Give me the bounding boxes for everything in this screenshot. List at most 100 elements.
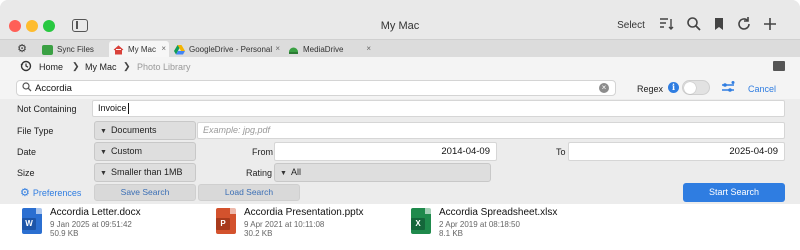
dropdown-arrow-icon: ▼ (100, 128, 107, 135)
results-list: W Accordia Letter.docx 9 Jan 2025 at 09:… (0, 204, 800, 250)
dropdown-arrow-icon: ▼ (280, 170, 287, 177)
tab-label: Sync Files (57, 45, 94, 54)
size-label: Size (17, 168, 35, 178)
not-containing-field[interactable]: Invoice (92, 100, 785, 117)
file-type-select[interactable]: ▼ Documents (94, 121, 196, 140)
breadcrumb-my-mac[interactable]: My Mac (85, 62, 117, 72)
search-row: Accordia × Regex i Cancel (0, 77, 800, 99)
text-caret (127, 103, 129, 115)
to-label: To (556, 147, 566, 157)
info-icon[interactable]: i (668, 82, 679, 93)
tab-label: MediaDrive (303, 45, 344, 54)
doc-letter: X (411, 218, 425, 230)
to-date-field[interactable]: 2025-04-09 (568, 142, 785, 161)
tab-label: My Mac (128, 45, 156, 54)
tab-googledrive-personal[interactable]: GoogleDrive - Personal × (170, 41, 283, 58)
page-fold (230, 208, 236, 214)
result-size: 8.1 KB (439, 229, 464, 238)
close-window-button[interactable] (9, 20, 21, 32)
save-search-button[interactable]: Save Search (94, 184, 196, 201)
file-extension-field[interactable]: Example: jpg,pdf (197, 122, 785, 139)
magnifier-icon (22, 82, 32, 95)
result-date: 9 Apr 2021 at 10:11:08 (244, 220, 325, 229)
from-date-field[interactable]: 2014-04-09 (274, 142, 497, 161)
rating-value: All (290, 167, 301, 177)
tab-mediadrive[interactable]: MediaDrive × (284, 41, 374, 58)
preferences-link[interactable]: ⚙ Preferences (20, 186, 81, 199)
date-value: Custom (110, 146, 142, 156)
dropdown-arrow-icon: ▼ (100, 149, 107, 156)
gear-icon: ⚙ (20, 187, 30, 199)
clear-search-icon[interactable]: × (599, 83, 609, 93)
not-containing-value: Invoice (98, 103, 127, 113)
close-tab-icon[interactable]: × (366, 44, 371, 53)
start-search-button[interactable]: Start Search (683, 183, 785, 202)
close-tab-icon[interactable]: × (275, 44, 280, 53)
file-type-value: Documents (110, 125, 157, 135)
powerpoint-doc-icon: P (216, 208, 236, 234)
history-icon[interactable] (20, 60, 32, 75)
breadcrumb-separator: ❯ (72, 61, 80, 71)
word-doc-icon: W (22, 208, 42, 234)
sync-icon (42, 44, 53, 55)
gear-icon[interactable]: ⚙ (14, 42, 30, 56)
regex-toggle[interactable] (682, 80, 710, 95)
filter-settings-icon[interactable] (721, 81, 735, 97)
search-value: Accordia (35, 83, 72, 94)
bookmark-icon[interactable] (709, 16, 729, 36)
toggle-knob (684, 82, 696, 94)
doc-letter: P (216, 218, 230, 230)
list-item[interactable]: W Accordia Letter.docx 9 Jan 2025 at 09:… (22, 207, 212, 247)
size-select[interactable]: ▼ Smaller than 1MB (94, 163, 196, 182)
app-window: My Mac Select ⚙ Sync Files My Mac × Goog… (0, 0, 800, 250)
rating-select[interactable]: ▼ All (274, 163, 491, 182)
drive-icon (288, 45, 299, 55)
date-label: Date (17, 147, 37, 157)
breadcrumb: Home ❯ My Mac ❯ Photo Library (0, 57, 800, 77)
home-icon (113, 44, 124, 55)
list-item[interactable]: X Accordia Spreadsheet.xlsx 2 Apr 2019 a… (411, 207, 601, 247)
regex-label: Regex (637, 84, 664, 94)
minimize-window-button[interactable] (26, 20, 38, 32)
breadcrumb-photo-library[interactable]: Photo Library (137, 62, 191, 72)
tab-sync-files[interactable]: Sync Files (38, 41, 108, 58)
breadcrumb-separator: ❯ (123, 61, 131, 71)
file-type-label: File Type (17, 126, 54, 136)
from-label: From (252, 147, 273, 157)
sort-icon[interactable] (656, 16, 676, 36)
zoom-window-button[interactable] (43, 20, 55, 32)
doc-letter: W (22, 218, 36, 230)
tab-my-mac[interactable]: My Mac × (109, 41, 169, 58)
result-date: 2 Apr 2019 at 08:18:50 (439, 220, 520, 229)
search-icon[interactable] (684, 16, 704, 36)
page-fold (425, 208, 431, 214)
rating-label: Rating (246, 168, 273, 178)
google-drive-icon (174, 44, 185, 55)
window-title: My Mac (380, 20, 420, 32)
search-input[interactable]: Accordia × (16, 80, 616, 96)
dropdown-arrow-icon: ▼ (100, 170, 107, 177)
title-bar: My Mac Select (0, 0, 800, 39)
tab-bar: ⚙ Sync Files My Mac × GoogleDrive - Pers… (0, 39, 800, 58)
result-date: 9 Jan 2025 at 09:51:42 (50, 220, 132, 229)
preferences-label: Preferences (32, 187, 82, 198)
load-search-button[interactable]: Load Search (198, 184, 300, 201)
folder-icon[interactable] (773, 61, 785, 71)
excel-doc-icon: X (411, 208, 431, 234)
select-button[interactable]: Select (612, 17, 650, 35)
sidebar-toggle-icon[interactable] (72, 19, 88, 32)
close-tab-icon[interactable]: × (161, 44, 166, 53)
refresh-icon[interactable] (734, 16, 754, 36)
date-select[interactable]: ▼ Custom (94, 142, 196, 161)
result-size: 50.9 KB (50, 229, 79, 238)
list-item[interactable]: P Accordia Presentation.pptx 9 Apr 2021 … (216, 207, 406, 247)
tab-label: GoogleDrive - Personal (189, 45, 273, 54)
plus-icon[interactable] (760, 16, 780, 36)
not-containing-label: Not Containing (17, 104, 77, 114)
page-fold (36, 208, 42, 214)
cancel-button[interactable]: Cancel (748, 84, 776, 94)
result-name: Accordia Letter.docx (50, 207, 141, 218)
result-name: Accordia Spreadsheet.xlsx (439, 207, 558, 218)
breadcrumb-home[interactable]: Home (39, 62, 63, 72)
result-name: Accordia Presentation.pptx (244, 207, 364, 218)
